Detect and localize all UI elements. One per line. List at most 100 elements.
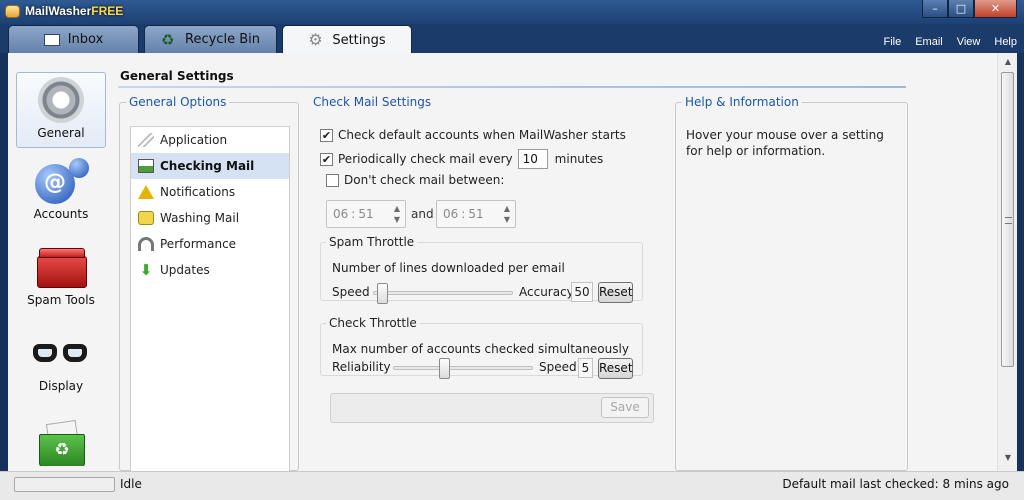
recycle-icon: ♻ xyxy=(161,30,175,49)
option-performance[interactable]: Performance xyxy=(131,231,289,257)
app-title: MailWasherFREE xyxy=(25,4,124,18)
check-throttle-slider-thumb[interactable] xyxy=(439,358,450,379)
option-updates[interactable]: ⬇ Updates xyxy=(131,257,289,283)
option-label: Notifications xyxy=(160,185,236,199)
option-label: Checking Mail xyxy=(160,159,255,173)
check-default-accounts[interactable]: ✔ Check default accounts when MailWasher… xyxy=(320,128,626,142)
periodic-check[interactable]: ✔ Periodically check mail every minutes xyxy=(320,149,603,169)
glasses-icon xyxy=(33,330,89,376)
spam-throttle-slider-track[interactable] xyxy=(373,291,513,295)
scroll-down-icon[interactable]: ▼ xyxy=(998,453,1018,462)
email-accounts-icon: @ xyxy=(33,158,89,204)
title-bar: MailWasherFREE – □ ✕ xyxy=(0,0,1024,24)
mail-icon xyxy=(43,33,60,46)
checking-mail-icon xyxy=(138,159,154,173)
minimize-button[interactable]: – xyxy=(922,0,948,18)
help-information-group: Help & Information Hover your mouse over… xyxy=(675,95,908,471)
speed-label: Speed xyxy=(539,360,577,374)
check-default-label: Check default accounts when MailWasher s… xyxy=(338,128,626,142)
performance-icon xyxy=(138,237,154,251)
tab-label: Recycle Bin xyxy=(185,32,260,47)
tab-inbox[interactable]: Inbox xyxy=(8,25,139,53)
nav-general[interactable]: General xyxy=(16,72,106,148)
time-separator: : xyxy=(461,207,466,221)
spam-throttle-slider-thumb[interactable] xyxy=(377,283,388,304)
time-from-picker[interactable]: 06 : 51 ▲ ▼ xyxy=(326,200,406,228)
menu-help[interactable]: Help xyxy=(987,36,1024,53)
title-divider xyxy=(118,86,906,88)
option-label: Application xyxy=(160,133,228,147)
nav-accounts[interactable]: @ Accounts xyxy=(16,158,106,234)
help-legend: Help & Information xyxy=(685,95,799,109)
settings-panel: General @ Accounts Spam Tools Display ♻ xyxy=(8,53,1017,480)
check-throttle-group: Check Throttle Max number of accounts ch… xyxy=(320,316,643,379)
scrollbar-thumb[interactable] xyxy=(1001,72,1014,367)
warning-icon xyxy=(138,185,154,199)
tab-label: Inbox xyxy=(67,32,104,47)
option-notifications[interactable]: Notifications xyxy=(131,179,289,205)
status-progress-bar xyxy=(14,477,115,492)
gear-icon: ⚙ xyxy=(308,30,323,49)
option-checking-mail[interactable]: Checking Mail xyxy=(131,153,289,179)
status-text: Idle xyxy=(120,477,142,491)
general-options-group: General Options Application Checking Mai… xyxy=(119,95,299,480)
nav-label: Accounts xyxy=(33,207,89,221)
time-to-hour: 06 xyxy=(443,207,459,221)
vertical-scrollbar[interactable]: ▲ ▼ xyxy=(997,53,1017,471)
nav-label: General xyxy=(37,126,85,140)
periodic-check-checkbox[interactable]: ✔ xyxy=(320,152,333,166)
last-checked-text: Default mail last checked: 8 mins ago xyxy=(782,477,1009,491)
check-throttle-reset-button[interactable]: Reset xyxy=(598,358,633,379)
time-from-hour: 06 xyxy=(333,207,349,221)
check-throttle-slider-track[interactable] xyxy=(393,366,533,370)
option-washing-mail[interactable]: Washing Mail xyxy=(131,205,289,231)
speed-label: Speed xyxy=(332,285,370,299)
dont-check-checkbox[interactable] xyxy=(326,173,339,187)
accuracy-label: Accuracy xyxy=(519,285,574,299)
menu-view[interactable]: View xyxy=(950,36,988,53)
dont-check-between[interactable]: Don't check mail between: xyxy=(326,173,504,187)
option-label: Updates xyxy=(160,263,210,277)
time-separator: : xyxy=(351,207,356,221)
time-to-minute: 51 xyxy=(468,207,484,221)
tab-label: Settings xyxy=(332,32,386,48)
nav-label: Spam Tools xyxy=(27,293,95,307)
washing-mail-icon xyxy=(138,211,154,225)
recycle-bin-icon: ♻ xyxy=(33,420,89,466)
menu-bar: File Email View Help xyxy=(876,36,1024,53)
nav-spam-tools[interactable]: Spam Tools xyxy=(16,244,106,320)
nav-recycle-bin[interactable]: ♻ xyxy=(16,416,106,466)
menu-file[interactable]: File xyxy=(876,36,908,53)
spin-arrows-icon[interactable]: ▲ ▼ xyxy=(394,203,400,225)
options-list: Application Checking Mail Notifications … xyxy=(130,126,290,480)
tab-recycle-bin[interactable]: ♻ Recycle Bin xyxy=(144,25,277,53)
scroll-up-icon[interactable]: ▲ xyxy=(998,57,1018,66)
close-button[interactable]: ✕ xyxy=(974,0,1017,18)
nav-display[interactable]: Display xyxy=(16,330,106,406)
check-throttle-legend: Check Throttle xyxy=(329,316,417,330)
menu-email[interactable]: Email xyxy=(908,36,950,53)
check-throttle-value: 5 xyxy=(578,358,593,378)
spam-throttle-reset-button[interactable]: Reset xyxy=(598,282,633,303)
gear-icon xyxy=(33,77,89,123)
option-label: Performance xyxy=(160,237,237,251)
maximize-button[interactable]: □ xyxy=(948,0,974,18)
general-settings-content: General Settings General Options Applica… xyxy=(118,67,908,480)
check-default-checkbox[interactable]: ✔ xyxy=(320,128,333,142)
settings-nav: General @ Accounts Spam Tools Display ♻ xyxy=(16,72,112,472)
general-options-legend: General Options xyxy=(129,95,227,109)
check-interval-input[interactable] xyxy=(517,149,548,169)
option-application[interactable]: Application xyxy=(131,127,289,153)
spin-arrows-icon[interactable]: ▲ ▼ xyxy=(504,203,510,225)
window-controls: – □ ✕ xyxy=(922,0,1017,18)
spam-throttle-legend: Spam Throttle xyxy=(329,235,415,249)
option-label: Washing Mail xyxy=(160,211,240,225)
nav-label: Display xyxy=(38,379,84,393)
interval-unit: minutes xyxy=(554,152,604,166)
tab-settings[interactable]: ⚙ Settings xyxy=(282,25,412,54)
save-button[interactable]: Save xyxy=(601,397,649,418)
help-text: Hover your mouse over a setting for help… xyxy=(686,128,884,158)
time-and-label: and xyxy=(411,207,434,221)
spam-throttle-description: Number of lines downloaded per email xyxy=(332,261,565,275)
time-to-picker[interactable]: 06 : 51 ▲ ▼ xyxy=(436,200,516,228)
